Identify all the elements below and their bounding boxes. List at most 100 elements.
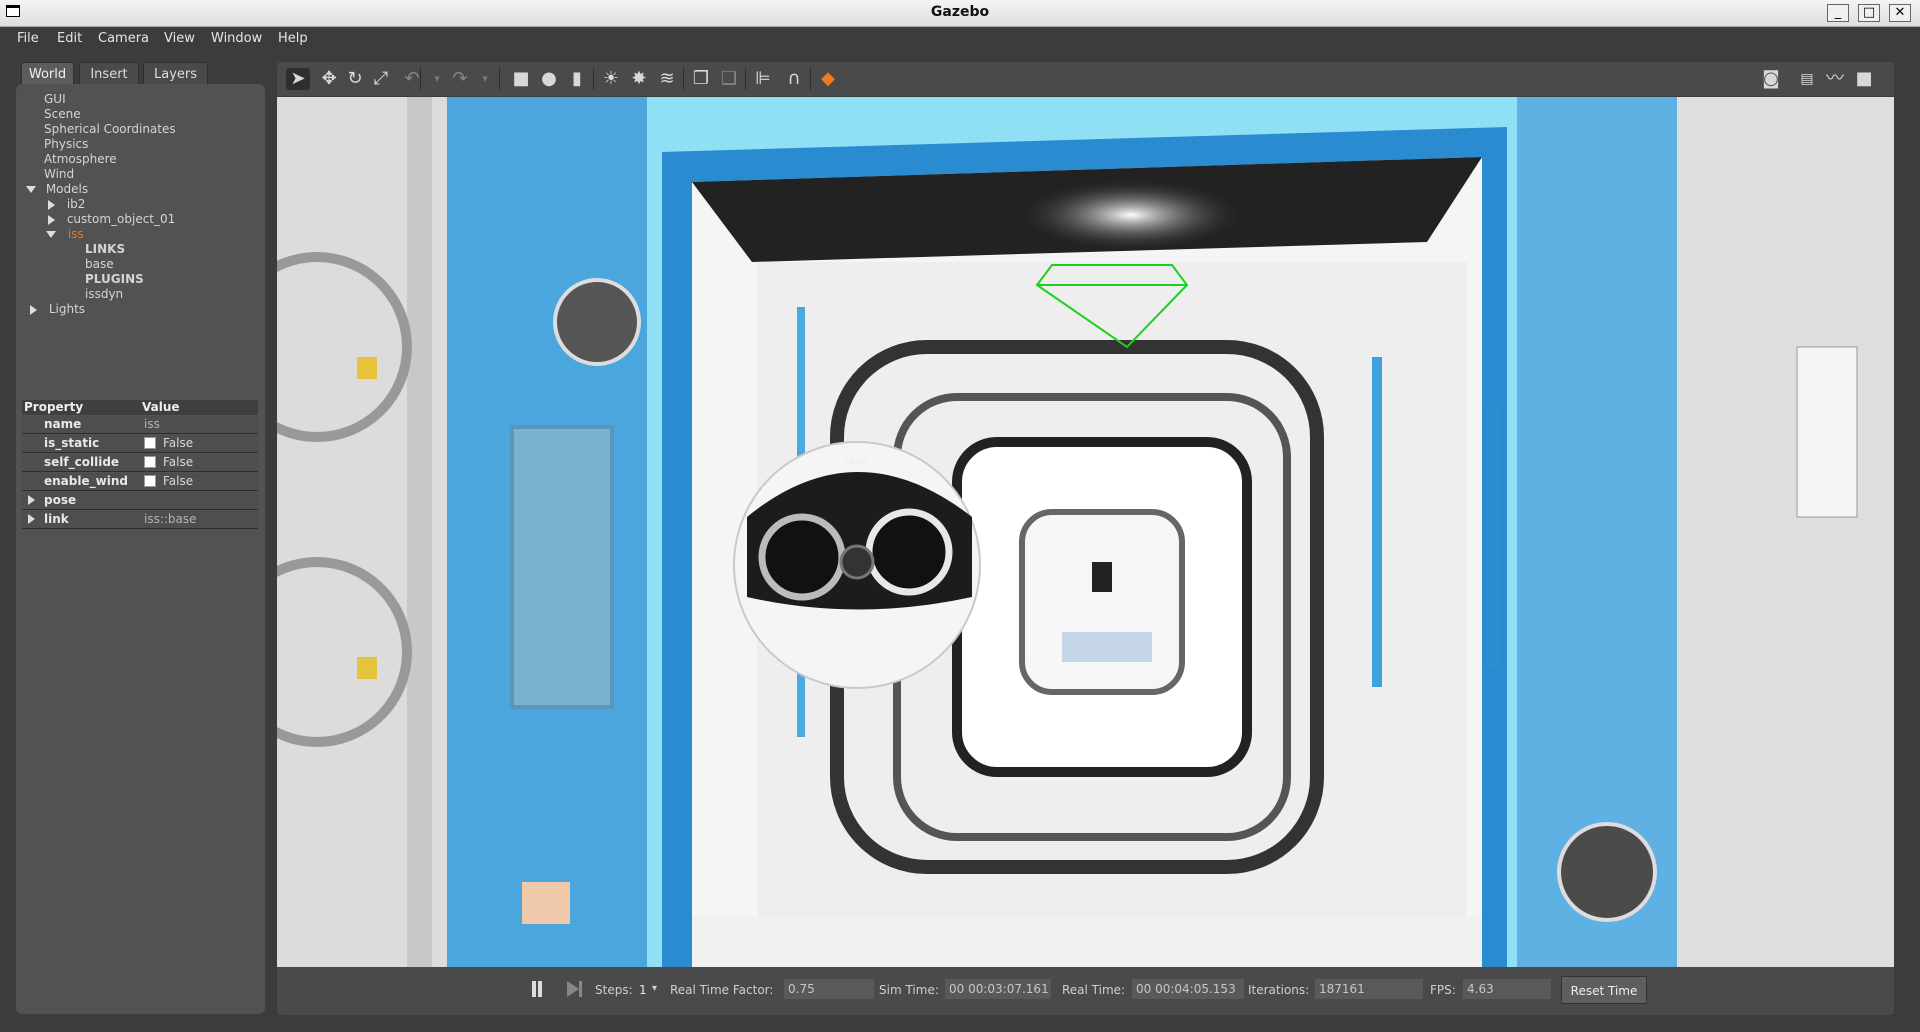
property-row-name[interactable]: name iss <box>22 416 258 434</box>
expand-right-icon[interactable] <box>48 199 55 210</box>
robot-logo-text: JAXA <box>844 457 868 468</box>
rotate-icon[interactable]: ↻ <box>343 68 367 90</box>
translate-icon[interactable]: ✥ <box>317 68 341 90</box>
is-static-checkbox[interactable] <box>144 437 156 449</box>
real-time-label: Real Time: <box>1062 983 1126 997</box>
steps-value[interactable]: 1 <box>639 983 647 997</box>
tree-item-models[interactable]: Models <box>26 182 88 197</box>
align-icon[interactable]: ⊫ <box>751 68 775 90</box>
cylinder-icon[interactable]: ▮ <box>565 68 589 90</box>
real-time-factor-label: Real Time Factor: <box>670 983 774 997</box>
self-collide-checkbox[interactable] <box>144 456 156 468</box>
expand-down-icon[interactable] <box>26 186 36 193</box>
close-button[interactable]: ✕ <box>1889 4 1911 22</box>
tab-insert[interactable]: Insert <box>79 62 139 86</box>
tree-label-ib2: ib2 <box>66 197 86 211</box>
tree-label-models: Models <box>45 182 89 196</box>
property-column-header: Property <box>24 400 84 414</box>
video-record-icon[interactable]: ■ <box>1852 68 1876 90</box>
log-icon[interactable]: ▤ <box>1795 68 1819 90</box>
screenshot-icon[interactable]: ◙ <box>1759 68 1783 90</box>
tree-item-link-base[interactable]: base <box>85 257 114 272</box>
snap-magnet-icon[interactable]: ∩ <box>782 68 806 90</box>
spot-light-icon[interactable]: ✸ <box>627 68 651 90</box>
app-title: Gazebo <box>930 4 990 20</box>
box-icon[interactable]: ■ <box>509 68 533 90</box>
property-value: False <box>163 474 194 488</box>
tree-item-model-iss[interactable]: iss <box>46 227 84 242</box>
directional-light-icon[interactable]: ≋ <box>655 68 679 90</box>
sim-time-field: 00 00:03:07.161 <box>945 979 1051 999</box>
sphere-icon[interactable]: ● <box>537 68 561 90</box>
tree-item-wind[interactable]: Wind <box>44 167 74 182</box>
tree-item-atmosphere[interactable]: Atmosphere <box>44 152 117 167</box>
tab-world[interactable]: World <box>21 62 74 86</box>
copy-icon[interactable]: ❐ <box>689 68 713 90</box>
paste-icon[interactable]: ❏ <box>717 68 741 90</box>
pause-icon[interactable] <box>538 981 542 997</box>
enable-wind-checkbox[interactable] <box>144 475 156 487</box>
property-table-header: Property Value <box>22 400 258 415</box>
redo-icon[interactable]: ↷ <box>448 68 472 90</box>
property-key: name <box>44 417 82 431</box>
property-row-is-static[interactable]: is_static False <box>22 435 258 453</box>
tree-label-custom-object: custom_object_01 <box>66 212 176 226</box>
point-light-icon[interactable]: ☀ <box>599 68 623 90</box>
expand-right-icon[interactable] <box>28 514 35 524</box>
scale-icon[interactable]: ⤢ <box>369 68 393 90</box>
step-icon[interactable] <box>567 981 579 997</box>
property-row-pose[interactable]: pose <box>22 492 258 510</box>
pause-icon[interactable] <box>532 981 536 997</box>
scene-render: JAXA <box>277 97 1894 967</box>
chevron-down-icon[interactable]: ▾ <box>652 983 657 994</box>
tree-item-spherical-coordinates[interactable]: Spherical Coordinates <box>44 122 176 137</box>
real-time-field: 00 00:04:05.153 <box>1132 979 1244 999</box>
menu-edit[interactable]: Edit <box>57 31 82 46</box>
property-key: link <box>44 512 69 526</box>
tree-item-scene[interactable]: Scene <box>44 107 81 122</box>
property-value: iss::base <box>144 512 197 526</box>
property-row-link[interactable]: link iss::base <box>22 511 258 529</box>
fps-label: FPS: <box>1430 983 1456 997</box>
tree-item-plugin-issdyn[interactable]: issdyn <box>85 287 123 302</box>
menu-window[interactable]: Window <box>211 31 262 46</box>
expand-down-icon[interactable] <box>46 231 56 238</box>
menu-file[interactable]: File <box>17 31 39 46</box>
tab-layers[interactable]: Layers <box>143 62 208 86</box>
toolbar-separator <box>499 68 500 90</box>
expand-right-icon[interactable] <box>30 304 37 315</box>
3d-viewport[interactable]: JAXA <box>277 97 1894 967</box>
expand-right-icon[interactable] <box>28 495 35 505</box>
menu-view[interactable]: View <box>164 31 195 46</box>
select-arrow-icon[interactable]: ➤ <box>286 68 310 90</box>
tree-item-gui[interactable]: GUI <box>44 92 66 107</box>
step-bar-icon <box>579 981 582 997</box>
toolbar-separator <box>745 68 746 90</box>
reset-time-button[interactable]: Reset Time <box>1561 976 1647 1004</box>
tree-item-model-ib2[interactable]: ib2 <box>48 197 85 212</box>
property-row-enable-wind[interactable]: enable_wind False <box>22 473 258 491</box>
value-column-header: Value <box>142 400 180 414</box>
maximize-button[interactable]: □ <box>1858 4 1880 22</box>
tree-label-lights: Lights <box>48 302 86 316</box>
property-key: enable_wind <box>44 474 128 488</box>
plot-icon[interactable]: 〰 <box>1823 68 1847 90</box>
expand-right-icon[interactable] <box>48 214 55 225</box>
view-angle-icon[interactable]: ◆ <box>816 68 840 90</box>
menu-help[interactable]: Help <box>278 31 308 46</box>
menu-camera[interactable]: Camera <box>98 31 149 46</box>
sim-time-label: Sim Time: <box>879 983 939 997</box>
property-value: False <box>163 455 194 469</box>
real-time-factor-field: 0.75 <box>784 979 874 999</box>
chevron-down-icon[interactable]: ▾ <box>473 68 497 90</box>
tree-item-physics[interactable]: Physics <box>44 137 88 152</box>
chevron-down-icon[interactable]: ▾ <box>425 68 449 90</box>
window-titlebar: Gazebo _ □ ✕ <box>0 0 1920 27</box>
minimize-button[interactable]: _ <box>1827 4 1849 22</box>
undo-icon[interactable]: ↶ <box>400 68 424 90</box>
tree-item-model-custom-object[interactable]: custom_object_01 <box>48 212 175 227</box>
toolbar-separator <box>683 68 684 90</box>
tree-item-lights[interactable]: Lights <box>30 302 85 317</box>
property-row-self-collide[interactable]: self_collide False <box>22 454 258 472</box>
toolbar: ➤ ✥ ↻ ⤢ ↶ ▾ ↷ ▾ ■ ● ▮ ☀ ✸ ≋ ❐ ❏ ⊫ ∩ ◆ ◙ … <box>277 62 1894 96</box>
